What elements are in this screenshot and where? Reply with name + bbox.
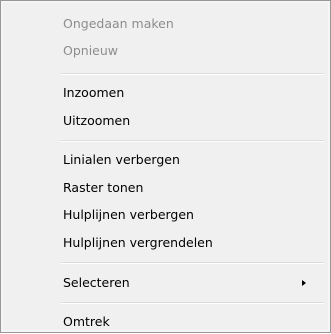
menu-item-label: Raster tonen — [63, 180, 144, 195]
menu-item-label: Uitzoomen — [63, 113, 131, 128]
menu-item-label: Omtrek — [63, 314, 110, 329]
menu-item-redo: Opnieuw — [63, 39, 320, 63]
menu-item-label: Ongedaan maken — [63, 16, 174, 31]
menu-separator — [61, 262, 324, 264]
menu-item-label: Hulplijnen verbergen — [63, 207, 194, 222]
chevron-right-icon — [302, 280, 306, 286]
menu-item-undo: Ongedaan maken — [63, 12, 320, 36]
menu-item-label: Opnieuw — [63, 43, 119, 58]
menu-item-label: Selecteren — [63, 275, 130, 290]
menu-separator — [61, 302, 324, 304]
menu-item-outline[interactable]: Omtrek — [63, 310, 320, 334]
menu-separator — [61, 73, 324, 75]
context-menu: Ongedaan maken Opnieuw Inzoomen Uitzoome… — [0, 0, 331, 333]
context-menu-body: Ongedaan maken Opnieuw Inzoomen Uitzoome… — [3, 3, 328, 330]
menu-item-hide-guides[interactable]: Hulplijnen verbergen — [63, 203, 320, 227]
menu-item-label: Linialen verbergen — [63, 152, 180, 167]
menu-item-zoom-in[interactable]: Inzoomen — [63, 81, 320, 105]
menu-item-show-grid[interactable]: Raster tonen — [63, 176, 320, 200]
menu-item-hide-rulers[interactable]: Linialen verbergen — [63, 148, 320, 172]
menu-item-label: Inzoomen — [63, 85, 125, 100]
menu-item-zoom-out[interactable]: Uitzoomen — [63, 109, 320, 133]
menu-item-select[interactable]: Selecteren — [63, 271, 320, 295]
menu-item-label: Hulplijnen vergrendelen — [63, 235, 213, 250]
menu-separator — [61, 140, 324, 142]
menu-item-lock-guides[interactable]: Hulplijnen vergrendelen — [63, 231, 320, 255]
